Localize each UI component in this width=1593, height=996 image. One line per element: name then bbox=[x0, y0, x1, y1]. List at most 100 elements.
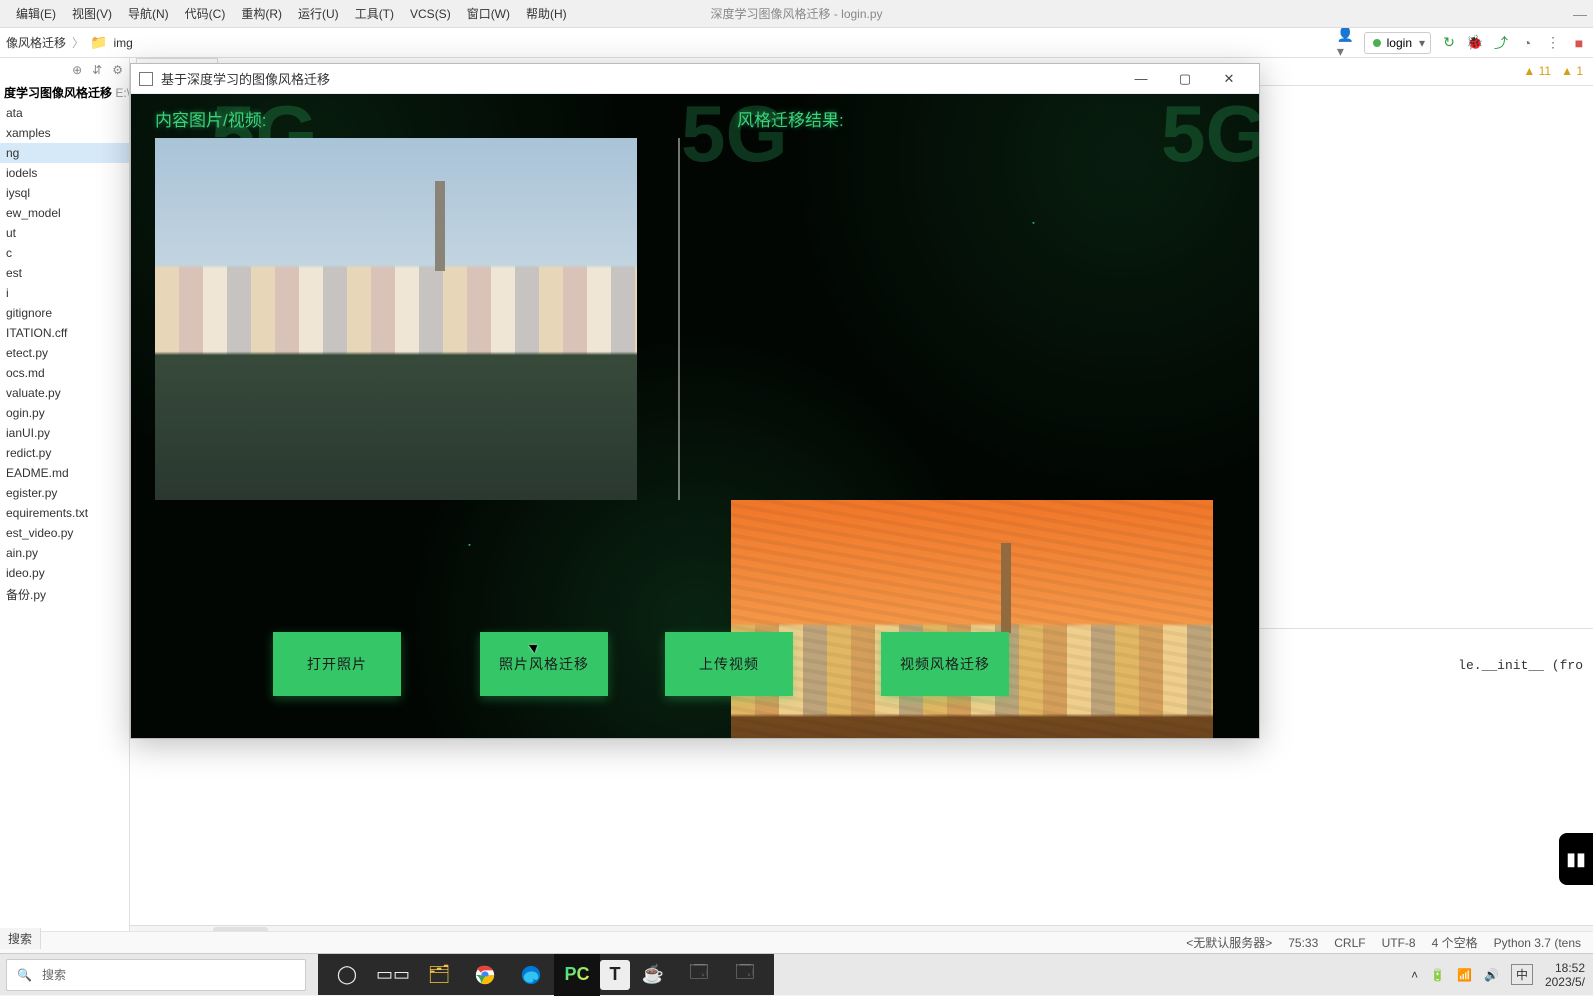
app-body: 5G 5G 5G 内容图片/视频: 风格迁移结果: 打开照片 照片风格迁移 上传… bbox=[131, 94, 1259, 738]
run-config-selector[interactable]: login bbox=[1364, 32, 1431, 54]
debug-icon[interactable]: 🐞 bbox=[1467, 35, 1483, 51]
tree-item[interactable]: xamples bbox=[0, 123, 129, 143]
breadcrumb-current[interactable]: img bbox=[113, 36, 132, 50]
profile-icon[interactable]: ◔ bbox=[1519, 35, 1535, 51]
overlay-play-button[interactable]: ▮▮ bbox=[1559, 833, 1593, 885]
console-right-fragment: le.__init__ (fro bbox=[1458, 655, 1583, 677]
tree-item[interactable]: ata bbox=[0, 103, 129, 123]
tree-item[interactable]: gitignore bbox=[0, 303, 129, 323]
app-icon bbox=[139, 72, 153, 86]
pycharm-icon[interactable]: PC bbox=[554, 954, 600, 996]
coverage-icon[interactable]: ⤴ bbox=[1493, 35, 1509, 51]
system-tray: ˄ 🔋 📶 🔊 中 18:52 2023/5/ bbox=[1411, 961, 1593, 989]
content-image-label: 内容图片/视频: bbox=[155, 106, 266, 131]
project-tree[interactable]: ⊕ ⇵ ⚙ 度学习图像风格迁移 E:\ ataxamplesngiodelsiy… bbox=[0, 58, 130, 953]
java-icon[interactable]: ☕ bbox=[630, 954, 676, 996]
breadcrumb-root[interactable]: 像风格迁移 bbox=[6, 34, 66, 51]
vertical-divider bbox=[678, 138, 680, 500]
app-minimize-button[interactable]: — bbox=[1119, 65, 1163, 93]
bg-5g-decoration: 5G bbox=[1161, 94, 1259, 180]
status-indent[interactable]: 4 个空格 bbox=[1432, 934, 1478, 951]
more-run-icon[interactable]: ⋮ bbox=[1545, 35, 1561, 51]
tree-item[interactable]: egister.py bbox=[0, 483, 129, 503]
tray-ime[interactable]: 中 bbox=[1511, 964, 1533, 985]
tree-item[interactable]: ain.py bbox=[0, 543, 129, 563]
tree-item[interactable]: valuate.py bbox=[0, 383, 129, 403]
tray-chevron-icon[interactable]: ˄ bbox=[1411, 968, 1418, 982]
tree-item[interactable]: iodels bbox=[0, 163, 129, 183]
menu-navigate[interactable]: 导航(N) bbox=[120, 1, 177, 26]
task-view-icon[interactable]: ▭▭ bbox=[370, 954, 416, 996]
menu-vcs[interactable]: VCS(S) bbox=[402, 3, 459, 25]
tree-item[interactable]: est bbox=[0, 263, 129, 283]
warnings-count: ▲ 11 bbox=[1523, 64, 1551, 78]
tree-item[interactable]: ogin.py bbox=[0, 403, 129, 423]
menu-tools[interactable]: 工具(T) bbox=[347, 1, 402, 26]
app-window-icon-2[interactable]: 🗔 bbox=[722, 954, 768, 996]
app-maximize-button[interactable]: ▢ bbox=[1163, 65, 1207, 93]
run-icon[interactable]: ↻ bbox=[1441, 35, 1457, 51]
photo-style-transfer-button[interactable]: 照片风格迁移 bbox=[480, 632, 608, 696]
menu-code[interactable]: 代码(C) bbox=[177, 1, 234, 26]
left-bottom-search-tab[interactable]: 搜索 bbox=[0, 928, 41, 949]
app-title: 基于深度学习的图像风格迁移 bbox=[161, 69, 330, 88]
tree-item[interactable]: c bbox=[0, 243, 129, 263]
upload-video-button[interactable]: 上传视频 bbox=[665, 632, 793, 696]
tray-battery-icon[interactable]: 🔋 bbox=[1430, 968, 1445, 982]
tray-clock[interactable]: 18:52 2023/5/ bbox=[1545, 961, 1585, 989]
menu-edit[interactable]: 编辑(E) bbox=[8, 1, 64, 26]
tree-item[interactable]: etect.py bbox=[0, 343, 129, 363]
tree-item[interactable]: ITATION.cff bbox=[0, 323, 129, 343]
taskbar-search-placeholder: 搜索 bbox=[42, 966, 66, 983]
menu-view[interactable]: 视图(V) bbox=[64, 1, 120, 26]
ide-minimize-icon[interactable]: — bbox=[1573, 6, 1587, 22]
chrome-icon[interactable] bbox=[462, 954, 508, 996]
tray-wifi-icon[interactable]: 📶 bbox=[1457, 968, 1472, 982]
taskbar-search[interactable]: 🔍 搜索 bbox=[6, 959, 306, 991]
tree-item[interactable]: ianUI.py bbox=[0, 423, 129, 443]
stop-icon[interactable]: ■ bbox=[1571, 35, 1587, 51]
menu-help[interactable]: 帮助(H) bbox=[518, 1, 575, 26]
status-server[interactable]: <无默认服务器> bbox=[1186, 934, 1272, 951]
status-encoding[interactable]: UTF-8 bbox=[1382, 936, 1416, 950]
tree-target-icon[interactable]: ⊕ bbox=[72, 63, 82, 77]
video-style-transfer-button[interactable]: 视频风格迁移 bbox=[881, 632, 1009, 696]
open-photo-button[interactable]: 打开照片 bbox=[273, 632, 401, 696]
problems-indicator[interactable]: ▲ 11 ▲ 1 bbox=[1523, 64, 1583, 78]
tray-volume-icon[interactable]: 🔊 bbox=[1484, 968, 1499, 982]
file-explorer-icon[interactable]: 🗂 bbox=[416, 954, 462, 996]
tree-item[interactable]: ideo.py bbox=[0, 563, 129, 583]
app-titlebar[interactable]: 基于深度学习的图像风格迁移 — ▢ ✕ bbox=[131, 64, 1259, 94]
ide-menubar: 编辑(E) 视图(V) 导航(N) 代码(C) 重构(R) 运行(U) 工具(T… bbox=[0, 0, 1593, 28]
breadcrumb-sep: 〉 bbox=[72, 34, 84, 51]
tree-item[interactable]: 备份.py bbox=[0, 583, 129, 606]
tree-item[interactable]: equirements.txt bbox=[0, 503, 129, 523]
status-interpreter[interactable]: Python 3.7 (tens bbox=[1494, 936, 1581, 950]
app-window-icon[interactable]: 🗔 bbox=[676, 954, 722, 996]
tree-settings-icon[interactable]: ⚙ bbox=[112, 63, 123, 77]
tree-item[interactable]: iysql bbox=[0, 183, 129, 203]
tree-item[interactable]: ocs.md bbox=[0, 363, 129, 383]
status-cursor-position[interactable]: 75:33 bbox=[1288, 936, 1318, 950]
edge-icon[interactable] bbox=[508, 954, 554, 996]
tree-item[interactable]: EADME.md bbox=[0, 463, 129, 483]
tree-item[interactable]: ew_model bbox=[0, 203, 129, 223]
tree-expand-icon[interactable]: ⇵ bbox=[92, 63, 102, 77]
tree-root-name: 度学习图像风格迁移 bbox=[4, 86, 112, 100]
menu-run[interactable]: 运行(U) bbox=[290, 1, 347, 26]
menu-window[interactable]: 窗口(W) bbox=[459, 1, 518, 26]
app-close-button[interactable]: ✕ bbox=[1207, 65, 1251, 93]
text-app-icon[interactable]: T bbox=[600, 960, 630, 990]
result-image-display bbox=[731, 500, 1213, 738]
add-user-icon[interactable]: 👤▾ bbox=[1338, 35, 1354, 51]
tree-root[interactable]: 度学习图像风格迁移 E:\ bbox=[0, 82, 129, 103]
tree-item[interactable]: ut bbox=[0, 223, 129, 243]
tree-item[interactable]: redict.py bbox=[0, 443, 129, 463]
status-line-separator[interactable]: CRLF bbox=[1334, 936, 1365, 950]
tree-item[interactable]: est_video.py bbox=[0, 523, 129, 543]
tree-item[interactable]: ng bbox=[0, 143, 129, 163]
menu-refactor[interactable]: 重构(R) bbox=[233, 1, 290, 26]
start-button[interactable]: ◯ bbox=[324, 954, 370, 996]
windows-taskbar: 🔍 搜索 ◯ ▭▭ 🗂 PC T ☕ 🗔 🗔 ˄ 🔋 📶 🔊 中 18:52 2… bbox=[0, 953, 1593, 995]
tree-item[interactable]: i bbox=[0, 283, 129, 303]
